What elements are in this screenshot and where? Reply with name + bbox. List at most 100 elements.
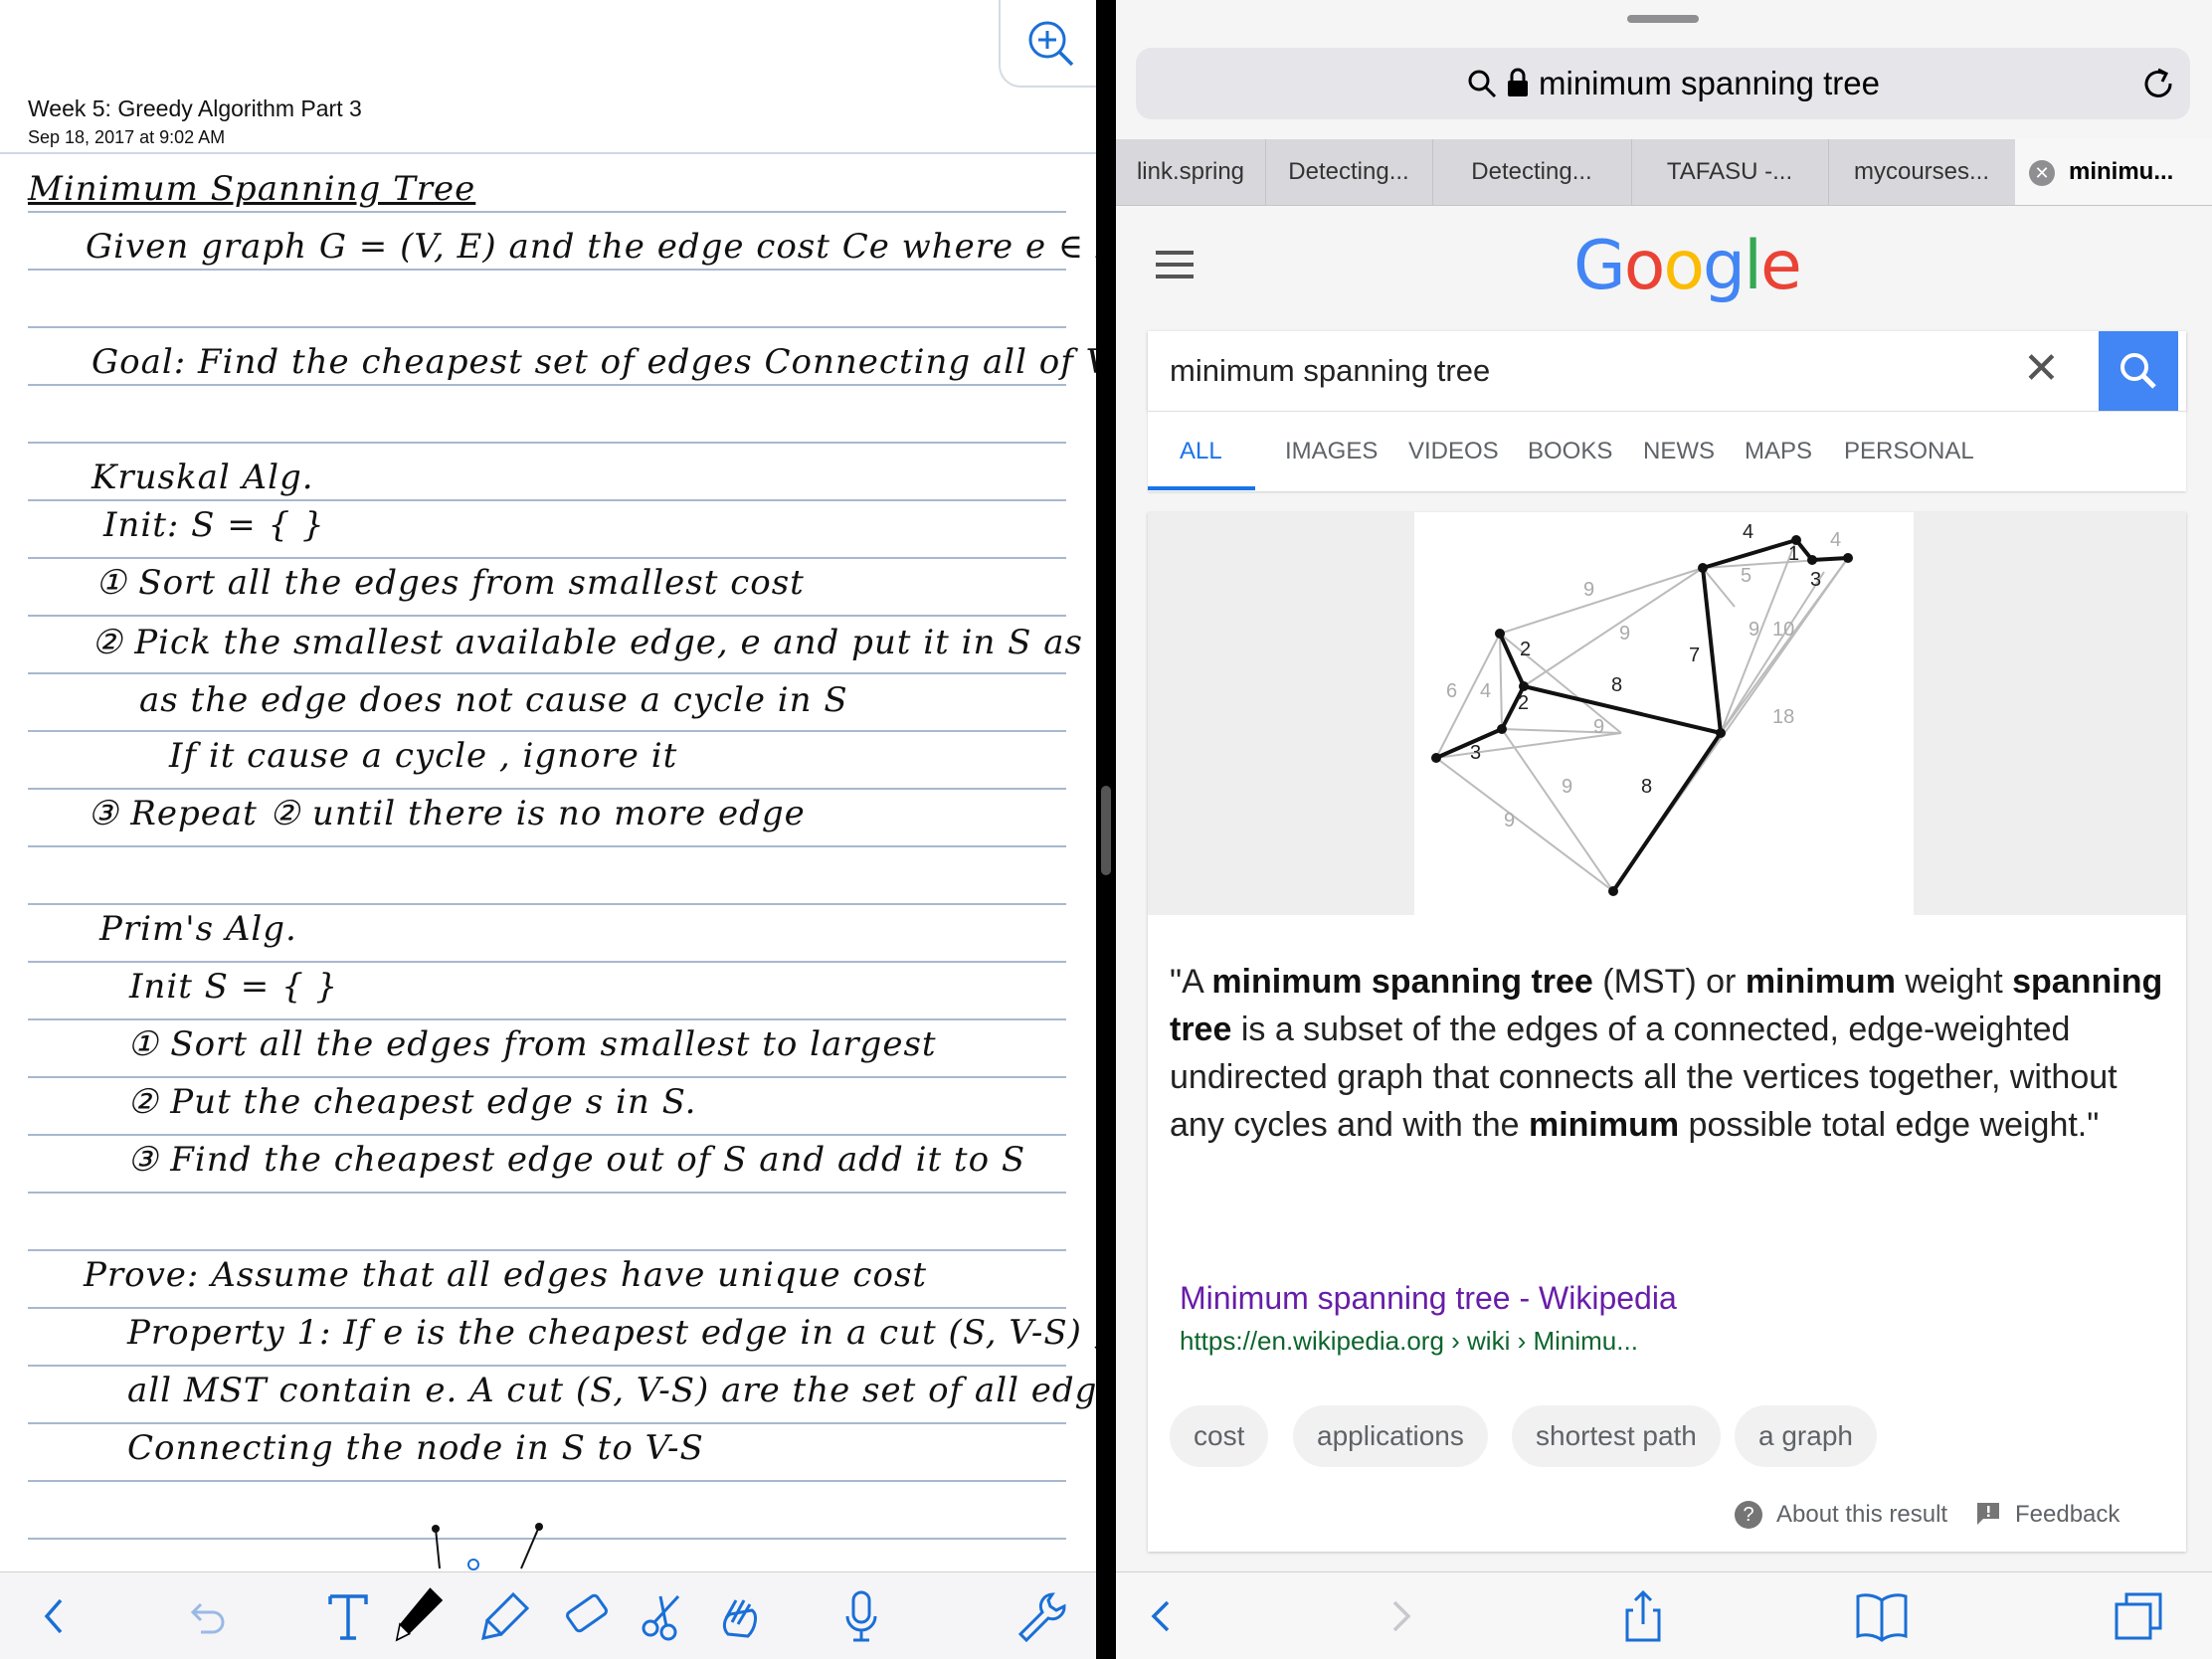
result-title-link[interactable]: Minimum spanning tree - Wikipedia [1180, 1280, 1677, 1317]
tab-detecting-1[interactable]: Detecting... [1265, 139, 1433, 205]
search-tab-personal[interactable]: PERSONAL [1844, 438, 1974, 465]
edge-label: 9 [1504, 810, 1515, 831]
chip-applications[interactable]: applications [1293, 1405, 1488, 1467]
zoom-in-icon [1028, 21, 1074, 67]
ink-doodle [432, 1523, 543, 1570]
lock-icon [1508, 68, 1528, 96]
edge-label: 8 [1641, 776, 1652, 798]
split-view-handle[interactable] [1101, 786, 1111, 875]
microphone-button[interactable] [833, 1588, 889, 1644]
browser-forward-button[interactable] [1371, 1586, 1430, 1646]
lasso-tool[interactable] [637, 1588, 692, 1644]
edge-label: 4 [1480, 680, 1491, 702]
tab-bar: link.spring Detecting... Detecting... TA… [1116, 139, 2212, 206]
edge-label: 6 [1446, 680, 1457, 702]
edge-label: 18 [1772, 706, 1794, 728]
scissors-icon [642, 1594, 680, 1641]
tab-minimum-active[interactable]: ✕ minimu... [2015, 139, 2212, 205]
note-line: ② Put the cheapest edge s in S. [127, 1082, 697, 1122]
logo-letter: o [1663, 227, 1705, 305]
tab-mycourses[interactable]: mycourses... [1828, 139, 2016, 205]
chip-cost[interactable]: cost [1170, 1405, 1269, 1467]
reload-icon[interactable] [2140, 66, 2176, 101]
about-result-link[interactable]: About this result [1776, 1501, 1947, 1529]
address-bar[interactable]: minimum spanning tree [1136, 48, 2190, 119]
eraser-tool[interactable] [559, 1588, 615, 1644]
note-line: Connecting the node in S to V-S [127, 1428, 704, 1468]
undo-button[interactable] [179, 1588, 235, 1644]
settings-button[interactable] [1013, 1588, 1068, 1644]
mst-graph-image[interactable]: 4 1 4 3 5 9 9 2 9 10 7 6 4 8 2 9 18 3 9 … [1414, 512, 1914, 915]
logo-letter: G [1573, 227, 1626, 305]
search-box[interactable]: minimum spanning tree ✕ [1148, 331, 2186, 411]
snippet-bold: minimum spanning tree [1211, 963, 1593, 1001]
note-line: If it cause a cycle , ignore it [169, 736, 678, 776]
hand-tool[interactable] [712, 1588, 768, 1644]
zoom-button[interactable] [999, 0, 1096, 88]
highlighter-tool[interactable] [477, 1588, 533, 1644]
tabs-icon [2115, 1592, 2162, 1640]
bookmarks-button[interactable] [1852, 1586, 1912, 1646]
snippet-text: weight [1895, 963, 2013, 1001]
tabs-overview-button[interactable] [2109, 1586, 2168, 1646]
text-tool[interactable] [320, 1588, 376, 1644]
mst-graph: 4 1 4 3 5 9 9 2 9 10 7 6 4 8 2 9 18 3 9 … [1431, 521, 1853, 896]
logo-letter: e [1760, 227, 1802, 305]
chip-a-graph[interactable]: a graph [1735, 1405, 1877, 1467]
highlighter-icon [481, 1591, 530, 1640]
chevron-left-icon [44, 1598, 63, 1634]
feedback-link[interactable]: Feedback [2015, 1501, 2120, 1529]
wrench-icon [1017, 1592, 1066, 1643]
note-line: ③ Find the cheapest edge out of S and ad… [127, 1140, 1026, 1180]
browser-toolbar [1116, 1571, 2212, 1659]
edge-label: 3 [1470, 742, 1481, 764]
chip-shortest-path[interactable]: shortest path [1512, 1405, 1721, 1467]
pen-tool[interactable] [392, 1576, 448, 1656]
search-tab-maps[interactable]: MAPS [1745, 438, 1812, 465]
edge-label: 4 [1743, 521, 1753, 543]
edge-label: 9 [1749, 619, 1759, 641]
search-tab-books[interactable]: BOOKS [1528, 438, 1612, 465]
edge-label: 2 [1518, 692, 1529, 714]
menu-button[interactable] [1156, 251, 1194, 278]
note-line: Init: S = { } [103, 505, 325, 545]
edge-label: 4 [1830, 529, 1841, 551]
note-line: ① Sort all the edges from smallest cost [95, 563, 805, 603]
multitasking-grabber[interactable] [1627, 15, 1699, 23]
back-button[interactable] [26, 1588, 82, 1644]
note-line: as the edge does not cause a cycle in S [139, 680, 848, 720]
search-icon [2120, 353, 2156, 389]
snippet-text: (MST) or [1592, 963, 1746, 1001]
search-tab-news[interactable]: NEWS [1643, 438, 1715, 465]
note-line: ① Sort all the edges from smallest to la… [127, 1024, 937, 1064]
tab-detecting-2[interactable]: Detecting... [1432, 139, 1632, 205]
tab-label: minimu... [2069, 158, 2174, 185]
microphone-icon [845, 1590, 877, 1642]
search-tab-all[interactable]: ALL [1180, 438, 1222, 465]
search-submit-button[interactable] [2099, 331, 2178, 411]
edge-label: 1 [1788, 543, 1799, 565]
chevron-right-icon [1392, 1600, 1411, 1632]
address-text: minimum spanning tree [1539, 65, 1880, 101]
hand-icon [722, 1599, 757, 1638]
search-input[interactable]: minimum spanning tree [1170, 353, 1490, 389]
note-line: Property 1: If e is the cheapest edge in… [127, 1313, 1096, 1353]
result-url[interactable]: https://en.wikipedia.org › wiki › Minimu… [1180, 1326, 1638, 1357]
edge-label: 9 [1619, 623, 1630, 645]
clear-search-button[interactable]: ✕ [2023, 343, 2060, 394]
search-tab-videos[interactable]: VIDEOS [1408, 438, 1499, 465]
edge-label: 3 [1810, 569, 1821, 591]
eraser-icon [566, 1593, 608, 1633]
edge-label: 8 [1611, 674, 1622, 696]
chevron-left-icon [1151, 1600, 1170, 1632]
search-tab-images[interactable]: IMAGES [1285, 438, 1378, 465]
note-heading-mst: Minimum Spanning Tree [28, 169, 476, 209]
image-strip: 4 1 4 3 5 9 9 2 9 10 7 6 4 8 2 9 18 3 9 … [1148, 512, 2186, 915]
tab-link-spring[interactable]: link.spring [1116, 139, 1266, 205]
share-button[interactable] [1613, 1586, 1673, 1646]
browser-back-button[interactable] [1132, 1586, 1192, 1646]
tab-tafasu[interactable]: TAFASU -... [1631, 139, 1829, 205]
close-tab-icon[interactable]: ✕ [2029, 159, 2055, 186]
notes-toolbar [0, 1571, 1096, 1659]
active-tab-indicator [1148, 486, 1255, 490]
